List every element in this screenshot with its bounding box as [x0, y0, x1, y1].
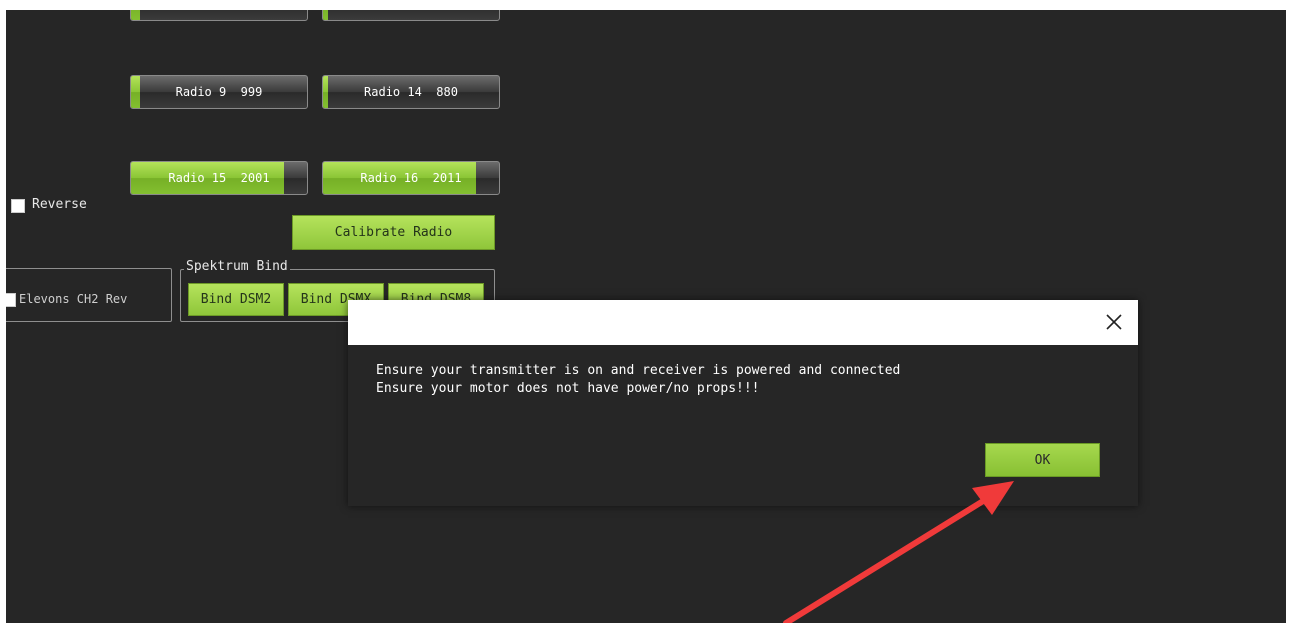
annotation-arrow — [783, 481, 1014, 623]
radio-calibration-screen: Radio 4 999 Radio 10 880 Radio 9 999 Rad… — [6, 10, 1286, 623]
